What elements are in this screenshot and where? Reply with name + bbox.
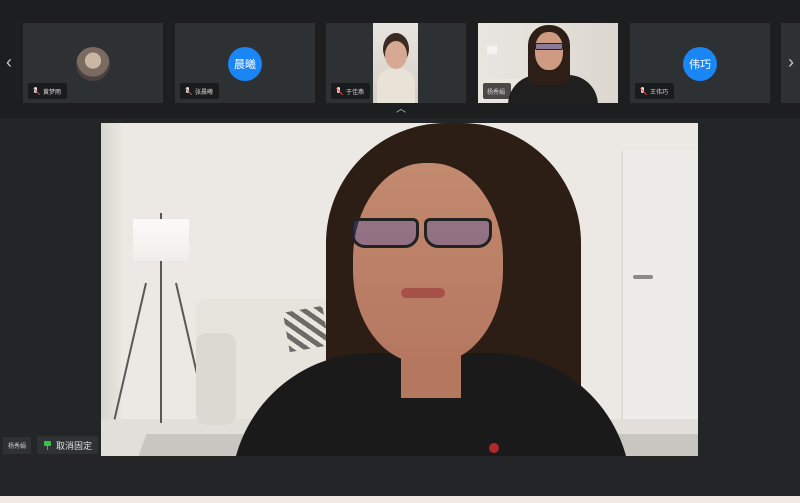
participant-name-tag: 张晨曦 xyxy=(180,83,220,99)
collapse-strip-button[interactable]: ︿ xyxy=(393,104,409,116)
participant-tile-active[interactable]: 杨秀娟 xyxy=(478,23,618,103)
main-video xyxy=(101,123,698,456)
unpin-button[interactable]: 取消固定 xyxy=(37,436,99,454)
participant-tile[interactable]: 伟巧 王伟巧 xyxy=(630,23,770,103)
participant-name-tag: 王伟巧 xyxy=(635,83,675,99)
participant-name-tag: 杨秀娟 xyxy=(483,83,512,99)
avatar: 伟巧 xyxy=(683,47,717,81)
participant-video xyxy=(373,23,418,103)
strip-prev-button[interactable]: ‹ xyxy=(0,44,18,80)
active-speaker-name: 杨秀娟 xyxy=(3,437,32,454)
bottom-edge xyxy=(0,496,800,503)
participant-name-tag: 于佳燕 xyxy=(331,83,371,99)
participant-tile[interactable]: 于佳燕 xyxy=(326,23,466,103)
meeting-window: ‹ 黄梦雨 晨曦 张晨曦 于佳燕 杨秀娟 伟巧 王伟巧 › ︿ 杨秀娟 取消固定 xyxy=(0,0,800,503)
unpin-label: 取消固定 xyxy=(56,440,93,451)
participant-name: 王伟巧 xyxy=(650,89,669,96)
participant-name: 于佳燕 xyxy=(346,89,365,96)
strip-next-button[interactable]: › xyxy=(782,44,800,80)
avatar: 晨曦 xyxy=(228,47,262,81)
mic-muted-icon xyxy=(639,86,646,96)
avatar xyxy=(76,47,110,81)
participant-strip: ‹ 黄梦雨 晨曦 张晨曦 于佳燕 杨秀娟 伟巧 王伟巧 › ︿ xyxy=(0,0,800,118)
mic-muted-icon xyxy=(32,86,39,96)
participant-name: 张晨曦 xyxy=(195,89,214,96)
participant-name-tag: 黄梦雨 xyxy=(28,83,68,99)
participant-tile[interactable]: 黄梦雨 xyxy=(23,23,163,103)
participant-name: 黄梦雨 xyxy=(43,89,62,96)
participant-name: 杨秀娟 xyxy=(487,89,506,96)
mic-muted-icon xyxy=(335,86,342,96)
mic-muted-icon xyxy=(184,86,191,96)
participant-tile[interactable]: 晨曦 张晨曦 xyxy=(175,23,315,103)
pin-icon xyxy=(43,440,52,450)
